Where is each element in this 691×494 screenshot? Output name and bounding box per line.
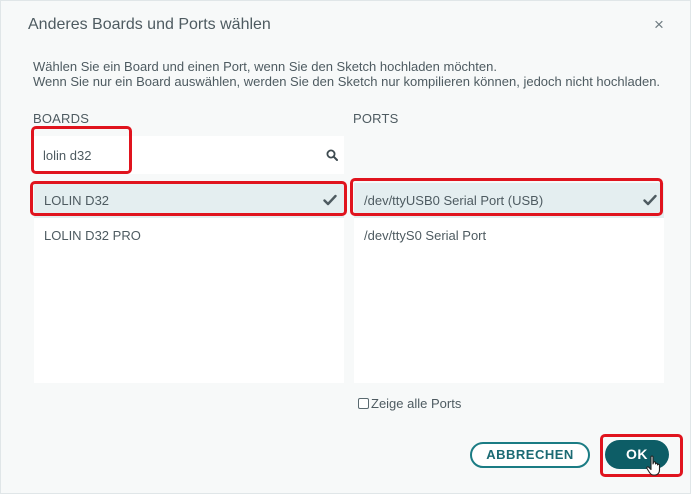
board-search-box[interactable]	[34, 136, 344, 174]
cancel-button[interactable]: ABBRECHEN	[470, 442, 590, 468]
hand-pointer-icon	[646, 455, 661, 476]
description-line-1: Wählen Sie ein Board und einen Port, wen…	[33, 59, 497, 74]
close-icon[interactable]: ×	[650, 15, 668, 35]
board-item-lolin-d32[interactable]: LOLIN D32	[34, 183, 344, 218]
board-item-label: LOLIN D32 PRO	[44, 228, 141, 243]
port-item-ttys0[interactable]: /dev/ttyS0 Serial Port	[354, 218, 664, 253]
port-item-label: /dev/ttyS0 Serial Port	[364, 228, 487, 243]
ports-header: PORTS	[353, 111, 399, 126]
show-all-ports-option[interactable]: Zeige alle Ports	[358, 396, 461, 411]
description-line-2: Wenn Sie nur ein Board auswählen, werden…	[33, 74, 661, 89]
board-search-input[interactable]	[43, 145, 313, 165]
checkmark-icon	[323, 194, 337, 206]
board-item-lolin-d32-pro[interactable]: LOLIN D32 PRO	[34, 218, 344, 253]
board-item-label: LOLIN D32	[44, 193, 110, 208]
show-all-ports-checkbox[interactable]	[358, 398, 369, 409]
port-item-label: /dev/ttyUSB0 Serial Port (USB)	[364, 193, 544, 208]
boards-list: LOLIN D32 LOLIN D32 PRO	[34, 183, 344, 383]
select-board-port-dialog: Anderes Boards und Ports wählen × Wählen…	[0, 0, 691, 494]
checkmark-icon	[643, 194, 657, 206]
boards-header: BOARDS	[33, 111, 90, 126]
ports-list: /dev/ttyUSB0 Serial Port (USB) /dev/ttyS…	[354, 183, 664, 383]
dialog-title: Anderes Boards und Ports wählen	[28, 16, 271, 33]
search-icon[interactable]	[326, 149, 338, 161]
port-item-ttyusb0[interactable]: /dev/ttyUSB0 Serial Port (USB)	[354, 183, 664, 218]
show-all-ports-label: Zeige alle Ports	[371, 396, 462, 411]
dialog-description: Wählen Sie ein Board und einen Port, wen…	[33, 59, 673, 89]
